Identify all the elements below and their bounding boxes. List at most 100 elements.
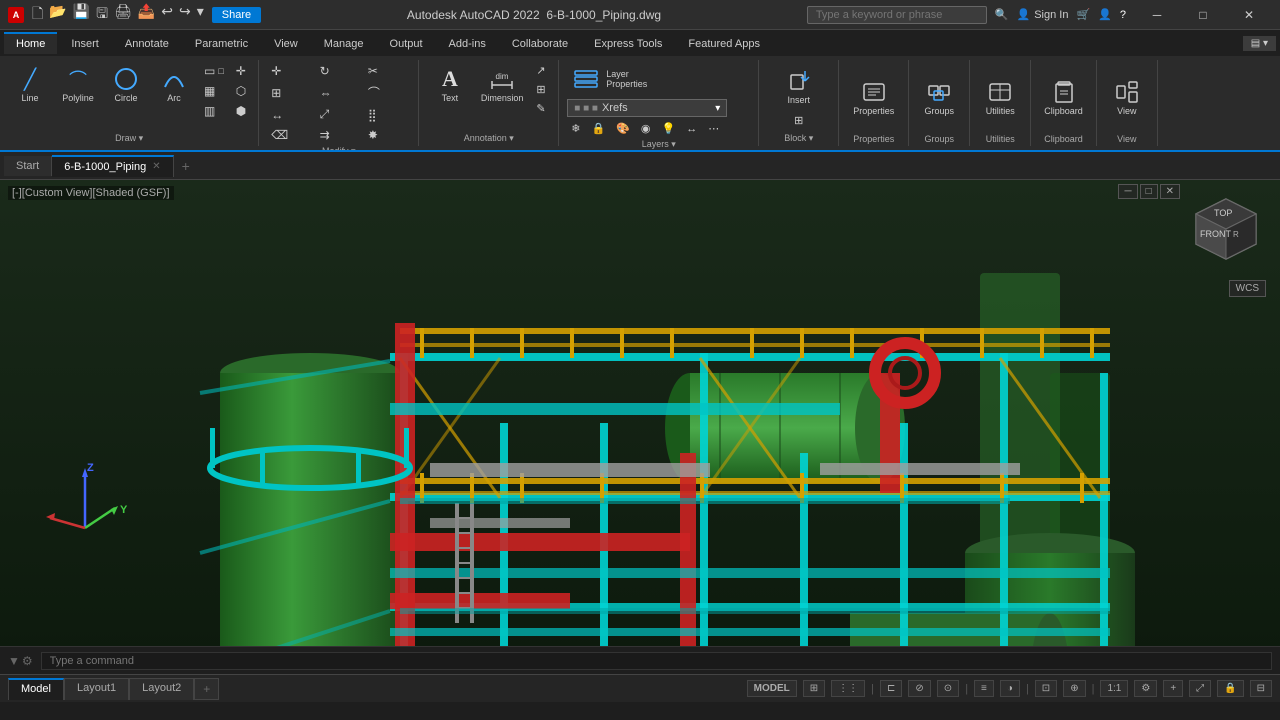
viewport-close-btn[interactable]: ✕ — [1160, 184, 1180, 199]
table-button[interactable]: ⊞ — [532, 81, 549, 98]
settings-btn[interactable]: ⚙ — [1134, 680, 1157, 697]
viewport-minimize-btn[interactable]: ─ — [1118, 184, 1137, 199]
print-icon[interactable]: 🖨 — [112, 1, 134, 29]
move-button[interactable]: ✛ — [232, 62, 250, 80]
boundary-button[interactable]: ⬢ — [232, 102, 250, 120]
search-icon[interactable]: 🔍 — [995, 8, 1009, 21]
tab-start[interactable]: Start — [4, 156, 52, 176]
copy-tool[interactable]: ⊞ — [267, 84, 313, 102]
region-button[interactable]: ⬡ — [232, 82, 250, 100]
tab-6b1000-piping[interactable]: 6-B-1000_Piping ✕ — [52, 155, 173, 177]
trim-tool[interactable]: ✂ — [364, 62, 410, 80]
tab-layout2[interactable]: Layout2 — [129, 678, 194, 700]
scale-tool[interactable]: ⤢ — [316, 105, 362, 124]
tab-layout1[interactable]: Layout1 — [64, 678, 129, 700]
osnap-btn[interactable]: ⊙ — [937, 680, 959, 697]
snap-btn[interactable]: ⋮⋮ — [831, 680, 865, 697]
layers-dropdown[interactable]: ■ ■ ■ Xrefs ▾ — [567, 99, 727, 117]
view-button[interactable]: View — [1105, 75, 1149, 120]
new-layout-btn[interactable]: + — [194, 678, 219, 700]
move-tool[interactable]: ✛ — [267, 62, 313, 80]
toolbar-toggle-btn[interactable]: ⊟ — [1250, 680, 1272, 697]
open-file-icon[interactable]: 📂 — [47, 1, 68, 29]
stretch-tool[interactable]: ↔ — [267, 106, 313, 124]
text-button[interactable]: A Text — [428, 62, 472, 107]
command-options-btn[interactable]: ⚙ — [22, 654, 33, 668]
layer-properties-button[interactable]: LayerProperties — [567, 62, 652, 96]
line-button[interactable]: ╱ Line — [8, 62, 52, 107]
tab-parametric[interactable]: Parametric — [183, 32, 260, 54]
create-block-button[interactable]: ⊞ — [790, 112, 807, 129]
annotation-scale[interactable]: 1:1 — [1100, 680, 1128, 697]
tab-addins[interactable]: Add-ins — [437, 32, 498, 54]
groups-button[interactable]: Groups — [917, 75, 961, 120]
tab-featured-apps[interactable]: Featured Apps — [676, 32, 772, 54]
polar-btn[interactable]: ⊘ — [908, 680, 930, 697]
fillet-tool[interactable]: ⌒ — [364, 82, 410, 103]
tab-collaborate[interactable]: Collaborate — [500, 32, 580, 54]
utilities-button[interactable]: Utilities — [978, 75, 1022, 120]
undo-icon[interactable]: ↩ — [159, 1, 175, 29]
search-input[interactable] — [807, 6, 987, 24]
dropdown-icon[interactable]: ▾ — [195, 1, 206, 29]
tab-annotate[interactable]: Annotate — [113, 32, 181, 54]
lineweight-btn[interactable]: ≡ — [974, 680, 994, 697]
mirror-tool[interactable]: ⇔ — [316, 84, 362, 102]
layer-off-button[interactable]: 💡 — [658, 120, 680, 137]
tab-express-tools[interactable]: Express Tools — [582, 32, 674, 54]
workspace-dropdown[interactable]: ▤ ▾ — [1243, 36, 1276, 51]
array-tool[interactable]: ⣿ — [364, 106, 410, 124]
save-icon[interactable]: 💾 — [71, 1, 92, 29]
publish-icon[interactable]: 📤 — [136, 1, 157, 29]
dimension-button[interactable]: dim Dimension — [476, 62, 529, 107]
account-icon[interactable]: 👤 — [1098, 8, 1112, 21]
markup-button[interactable]: ✎ — [532, 100, 549, 117]
layer-lock-button[interactable]: 🔒 — [587, 120, 609, 137]
maximize-button[interactable]: □ — [1180, 0, 1226, 30]
lock-btn[interactable]: 🔒 — [1217, 680, 1243, 697]
explode-tool[interactable]: ✸ — [364, 126, 410, 144]
fullscreen-btn[interactable]: ⤢ — [1189, 680, 1211, 697]
transparency-btn[interactable]: ◑ — [1000, 680, 1020, 697]
layer-match-button[interactable]: ↔ — [682, 120, 701, 137]
tab-manage[interactable]: Manage — [312, 32, 376, 54]
help-icon[interactable]: ? — [1120, 9, 1126, 21]
tab-view[interactable]: View — [262, 32, 310, 54]
grid-btn[interactable]: ⊞ — [803, 680, 825, 697]
gradient-button[interactable]: ▥ — [200, 102, 228, 120]
layer-isolate-button[interactable]: ◉ — [637, 120, 655, 137]
tab-home[interactable]: Home — [4, 32, 57, 54]
circle-button[interactable]: Circle — [104, 62, 148, 107]
rectangle-button[interactable]: ▭□ — [200, 62, 228, 80]
hatch-button[interactable]: ▦ — [200, 82, 228, 100]
tab-close-icon[interactable]: ✕ — [152, 161, 160, 172]
rotate-tool[interactable]: ↻ — [316, 62, 362, 80]
new-tab-button[interactable]: + — [174, 154, 198, 178]
layer-more-button[interactable]: ⋯ — [704, 120, 723, 137]
arc-button[interactable]: Arc — [152, 62, 196, 107]
view-cube[interactable]: TOP FRONT R — [1186, 194, 1266, 274]
erase-tool[interactable]: ⌫ — [267, 126, 313, 144]
insert-button[interactable]: Insert — [777, 64, 821, 109]
ortho-btn[interactable]: ⊏ — [880, 680, 902, 697]
viewport[interactable]: [-][Custom View][Shaded (GSF)] — [0, 180, 1280, 646]
layer-color-button[interactable]: 🎨 — [612, 120, 634, 137]
properties-button[interactable]: Properties — [848, 75, 899, 120]
polyline-button[interactable]: ⌒ Polyline — [56, 62, 100, 107]
layer-freeze-button[interactable]: ❄ — [567, 120, 584, 137]
tab-output[interactable]: Output — [378, 32, 435, 54]
subscription-icon[interactable]: 🛒 — [1076, 8, 1090, 21]
command-input[interactable] — [41, 652, 1272, 670]
selection-btn[interactable]: ⊡ — [1035, 680, 1057, 697]
clipboard-button[interactable]: Clipboard — [1039, 75, 1088, 120]
close-button[interactable]: ✕ — [1226, 0, 1272, 30]
viewport-restore-btn[interactable]: □ — [1140, 184, 1158, 199]
gizmo-btn[interactable]: ⊕ — [1063, 680, 1085, 697]
sign-in-button[interactable]: 👤 Sign In — [1017, 8, 1069, 21]
zoom-in-btn[interactable]: + — [1163, 680, 1183, 697]
tab-model[interactable]: Model — [8, 678, 64, 700]
leader-button[interactable]: ↗ — [532, 62, 549, 79]
new-file-icon[interactable]: 🗋 — [30, 1, 45, 29]
minimize-button[interactable]: ─ — [1134, 0, 1180, 30]
offset-tool[interactable]: ⇉ — [316, 126, 362, 144]
